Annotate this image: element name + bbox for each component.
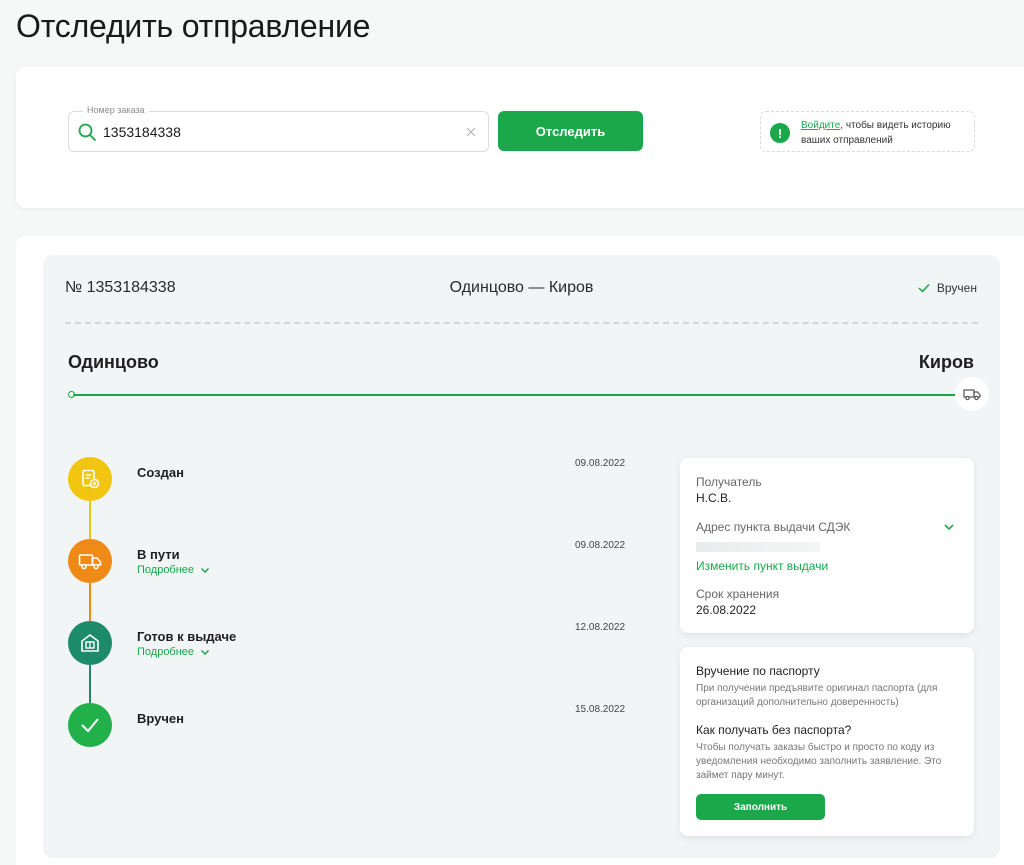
timeline-connector <box>89 501 91 539</box>
order-route: Одинцово — Киров <box>449 279 594 296</box>
timeline-step-date: 09.08.2022 <box>575 458 626 469</box>
order-number-legend: Номер заказа <box>83 105 149 115</box>
passport-text: При получении предъявите оригинал паспор… <box>696 683 938 708</box>
city-from: Одинцово <box>68 352 159 372</box>
timeline-connector <box>89 583 91 621</box>
order-status-label: Вручен <box>936 281 977 295</box>
fill-button[interactable]: Заполнить <box>696 794 825 820</box>
timeline-step-ready <box>68 621 112 665</box>
order-number: № 1353184338 <box>65 279 176 296</box>
details-toggle[interactable]: Подробнее <box>137 564 210 576</box>
page-title: Отследить отправление <box>16 8 371 44</box>
divider <box>65 322 978 324</box>
timeline-step-date: 09.08.2022 <box>575 540 626 551</box>
truck-icon <box>78 554 102 570</box>
truck-icon <box>955 377 989 411</box>
timeline-step-title: Создан <box>137 465 184 480</box>
passport-title: Вручение по паспорту <box>696 664 820 678</box>
order-card: № 1353184338 Одинцово — Киров Вручен Оди… <box>43 255 1000 858</box>
timeline-connector <box>89 665 91 703</box>
chevron-down-icon <box>201 649 210 655</box>
timeline-step-created <box>68 457 112 501</box>
order-number-field[interactable]: Номер заказа <box>68 105 489 152</box>
order-number-input[interactable] <box>103 124 443 140</box>
exclamation-icon: ! <box>770 123 790 143</box>
route-progress-bar <box>73 394 955 396</box>
login-hint: ! Войдите, чтобы видеть историю ваших от… <box>760 111 975 152</box>
timeline-step-delivered <box>68 703 112 747</box>
recipient-card: Получатель Н.С.В. Адрес пункта выдачи СД… <box>680 458 974 633</box>
pickup-point-icon <box>81 634 99 652</box>
passport-card: Вручение по паспорту При получении предъ… <box>680 647 974 836</box>
timeline-step-date: 15.08.2022 <box>575 704 626 715</box>
timeline-step-title: Вручен <box>137 711 185 726</box>
recipient-value: Н.С.В. <box>696 491 732 505</box>
city-to: Киров <box>918 352 974 372</box>
address-value-redacted <box>696 542 820 552</box>
storage-label: Срок хранения <box>696 587 780 601</box>
details-label: Подробнее <box>137 646 195 658</box>
check-icon <box>81 718 99 733</box>
login-hint-text: Войдите, чтобы видеть историю ваших отпр… <box>801 118 971 148</box>
search-icon <box>78 123 96 141</box>
search-panel: Номер заказа Отследить ! Войдите, чтобы … <box>16 67 1024 208</box>
chevron-down-icon <box>201 567 210 573</box>
timeline-step-in-transit <box>68 539 112 583</box>
storage-value: 26.08.2022 <box>696 603 757 617</box>
address-label[interactable]: Адрес пункта выдачи СДЭК <box>696 520 850 534</box>
clear-icon[interactable] <box>464 125 478 139</box>
passport-question-text: Чтобы получать заказы быстро и просто по… <box>696 742 942 781</box>
check-icon <box>918 283 930 293</box>
timeline-step-title: Готов к выдаче <box>137 629 237 644</box>
chevron-down-icon[interactable] <box>942 520 956 534</box>
timeline-step-title: В пути <box>137 547 180 562</box>
login-link[interactable]: Войдите <box>801 120 840 131</box>
recipient-label: Получатель <box>696 475 762 489</box>
change-pickup-link[interactable]: Изменить пункт выдачи <box>696 559 828 573</box>
details-toggle[interactable]: Подробнее <box>137 646 210 658</box>
track-button[interactable]: Отследить <box>498 111 643 151</box>
document-plus-icon <box>82 469 100 489</box>
details-label: Подробнее <box>137 564 195 576</box>
timeline-step-date: 12.08.2022 <box>575 622 626 633</box>
order-status: Вручен <box>917 281 977 295</box>
passport-question: Как получать без паспорта? <box>696 723 852 737</box>
